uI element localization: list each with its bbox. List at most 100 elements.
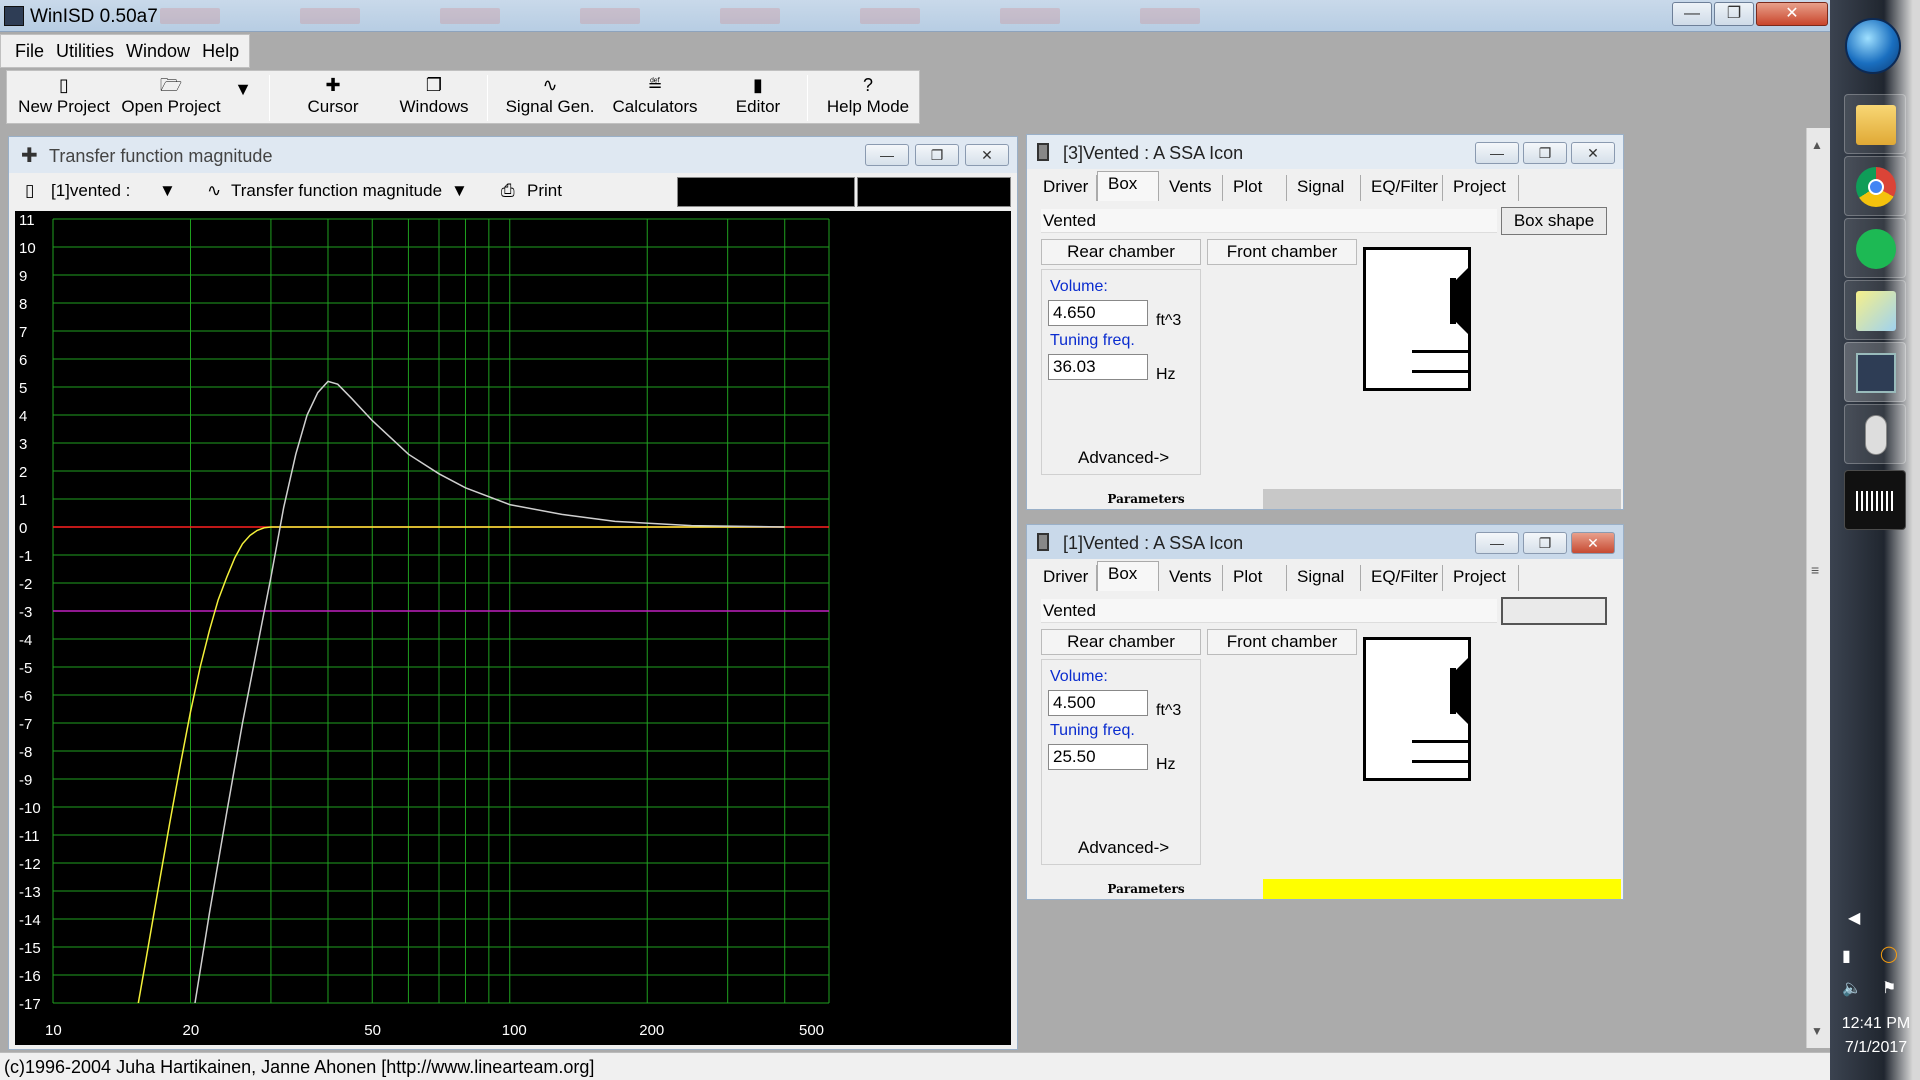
menu-window[interactable]: Window (122, 35, 198, 62)
folder-icon[interactable] (1844, 94, 1906, 154)
advanced-button[interactable]: Advanced-> (1078, 448, 1169, 468)
plot-close-button[interactable]: ✕ (965, 144, 1009, 166)
tab-signal[interactable]: Signal (1287, 175, 1361, 201)
menu-file[interactable]: File (1, 35, 52, 62)
new-project-icon: ▯ (59, 75, 69, 95)
parameters-fill (1263, 489, 1621, 509)
chevron-down-icon[interactable]: ▼ (451, 181, 468, 201)
background-tab-ghost (720, 8, 780, 24)
tab-driver[interactable]: Driver (1033, 565, 1097, 591)
background-tab-ghost (580, 8, 640, 24)
y-tick-label: -7 (19, 716, 32, 733)
box-type-field[interactable]: Vented (1041, 209, 1497, 233)
box-tabs: Driver Box Vents Plot Signal EQ/Filter P… (1031, 171, 1621, 201)
tuning-unit: Hz (1156, 756, 1176, 773)
volume-icon[interactable]: 🔈 (1842, 978, 1862, 998)
transfer-function-window: ✚ Transfer function magnitude — ❐ ✕ ▯ [1… (8, 136, 1018, 1050)
tuning-input[interactable]: 36.03 (1048, 354, 1148, 380)
audio-wave-icon[interactable] (1844, 470, 1906, 530)
menu-help[interactable]: Help (198, 35, 247, 62)
tab-project[interactable]: Project (1443, 565, 1519, 591)
print-button[interactable]: Print (527, 181, 562, 201)
box-shape-button[interactable]: Box shape (1501, 207, 1607, 235)
chevron-down-icon[interactable]: ▼ (159, 181, 176, 201)
tuning-input[interactable]: 25.50 (1048, 744, 1148, 770)
menu-bar: File Utilities Window Help (0, 34, 250, 68)
y-tick-label: 2 (19, 464, 27, 481)
background-tab-ghost (440, 8, 500, 24)
y-tick-label: -6 (19, 688, 32, 705)
scroll-up-icon[interactable]: ▲ (1811, 138, 1823, 152)
box-maximize-button[interactable]: ❐ (1523, 532, 1567, 554)
cursor-button[interactable]: ✚ Cursor (293, 71, 373, 125)
editor-button[interactable]: ▮ Editor (721, 71, 795, 125)
box-close-button[interactable]: ✕ (1571, 142, 1615, 164)
advanced-button[interactable]: Advanced-> (1078, 838, 1169, 858)
plot-minimize-button[interactable]: — (865, 144, 909, 166)
front-chamber-tab[interactable]: Front chamber (1207, 629, 1357, 655)
box-window-titlebar[interactable]: [3]Vented : A SSA Icon — ❐ ✕ (1027, 135, 1623, 169)
notes-icon[interactable] (1844, 280, 1906, 340)
windows-start-icon[interactable] (1845, 18, 1901, 74)
box-maximize-button[interactable]: ❐ (1523, 142, 1567, 164)
help-mode-button[interactable]: ? Help Mode (823, 71, 913, 125)
front-chamber-tab[interactable]: Front chamber (1207, 239, 1357, 265)
maximize-button[interactable]: ❐ (1714, 2, 1754, 26)
open-project-button[interactable]: 🗁 Open Project (121, 71, 221, 125)
plot-type-select[interactable]: Transfer function magnitude (231, 181, 442, 201)
tab-project[interactable]: Project (1443, 175, 1519, 201)
mouse-icon[interactable] (1844, 404, 1906, 464)
chevron-left-icon[interactable]: ◀ (1848, 908, 1860, 928)
plot-maximize-button[interactable]: ❐ (915, 144, 959, 166)
spotify-icon[interactable] (1844, 218, 1906, 278)
app-icon (4, 6, 24, 26)
parameters-label: Parameters (1029, 879, 1263, 899)
box-minimize-button[interactable]: — (1475, 532, 1519, 554)
tab-plot[interactable]: Plot (1223, 175, 1287, 201)
plot-window-titlebar[interactable]: ✚ Transfer function magnitude — ❐ ✕ (9, 137, 1017, 173)
tab-driver[interactable]: Driver (1033, 175, 1097, 201)
tab-vents[interactable]: Vents (1159, 565, 1223, 591)
chrome-icon[interactable] (1844, 156, 1906, 216)
windows-button[interactable]: ❐ Windows (391, 71, 477, 125)
tab-vents[interactable]: Vents (1159, 175, 1223, 201)
y-tick-label: -4 (19, 632, 32, 649)
background-tab-ghost (300, 8, 360, 24)
transfer-function-chart[interactable]: 11109876543210-1-2-3-4-5-6-7-8-9-10-11-1… (15, 211, 1011, 1045)
signal-gen-button[interactable]: ∿ Signal Gen. (501, 71, 599, 125)
scroll-grip-icon[interactable]: ≡ (1811, 562, 1819, 578)
project-select[interactable]: [1]vented : (51, 181, 130, 201)
box-minimize-button[interactable]: — (1475, 142, 1519, 164)
volume-unit: ft^3 (1156, 702, 1182, 719)
tab-box[interactable]: Box (1097, 561, 1159, 591)
sync-icon[interactable]: ◯ (1880, 944, 1898, 964)
volume-input[interactable]: 4.500 (1048, 690, 1148, 716)
y-tick-label: 8 (19, 296, 27, 313)
box-shape-button[interactable] (1501, 597, 1607, 625)
box-close-button[interactable]: ✕ (1571, 532, 1615, 554)
flag-icon[interactable]: ⚑ (1882, 978, 1896, 998)
series-line (194, 380, 785, 1003)
new-project-button[interactable]: ▯ New Project (17, 71, 111, 125)
menu-utilities[interactable]: Utilities (52, 35, 122, 62)
open-project-dropdown[interactable]: ▼ (229, 71, 257, 125)
cursor-readout-box (677, 177, 855, 207)
box-type-field[interactable]: Vented (1041, 599, 1497, 623)
winisd-icon[interactable] (1844, 342, 1906, 402)
plot-area[interactable]: 11 10 9 8 7 6 5 4 3 2 1 0 -1 -2 -3 -4 -5 -6 -7 -8 -9 -10 -11 -1… (15, 211, 1011, 1045)
tab-eq-filter[interactable]: EQ/Filter (1361, 175, 1443, 201)
workspace-scrollbar[interactable]: ▲ ≡ ▼ (1806, 128, 1830, 1048)
volume-input[interactable]: 4.650 (1048, 300, 1148, 326)
rear-chamber-tab[interactable]: Rear chamber (1041, 239, 1201, 265)
close-button[interactable]: ✕ (1756, 2, 1828, 26)
tab-box[interactable]: Box (1097, 171, 1159, 201)
tab-eq-filter[interactable]: EQ/Filter (1361, 565, 1443, 591)
rear-chamber-tab[interactable]: Rear chamber (1041, 629, 1201, 655)
calculators-button[interactable]: ≝ Calculators (605, 71, 705, 125)
clock[interactable]: 12:41 PM 7/1/2017 (1838, 1012, 1914, 1060)
scroll-down-icon[interactable]: ▼ (1811, 1024, 1823, 1038)
box-window-titlebar[interactable]: [1]Vented : A SSA Icon — ❐ ✕ (1027, 525, 1623, 559)
tab-plot[interactable]: Plot (1223, 565, 1287, 591)
minimize-button[interactable]: — (1672, 2, 1712, 26)
tab-signal[interactable]: Signal (1287, 565, 1361, 591)
